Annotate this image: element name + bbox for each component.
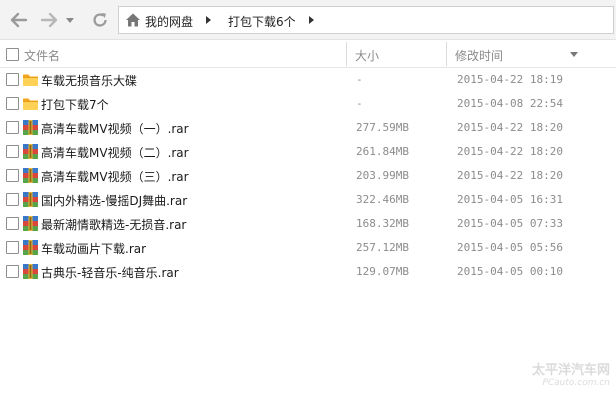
column-divider[interactable]: [346, 42, 347, 66]
row-checkbox[interactable]: [6, 97, 19, 110]
arrow-right-icon: [40, 12, 58, 28]
watermark-url: PCauto.com.cn: [542, 378, 610, 388]
home-icon[interactable]: [125, 12, 141, 28]
file-row[interactable]: 打包下载7个 - 2015-04-08 22:54: [0, 92, 616, 116]
folder-icon: [22, 95, 39, 112]
archive-icon: [22, 191, 39, 208]
archive-icon: [22, 167, 39, 184]
history-dropdown[interactable]: [63, 9, 77, 31]
file-size: 277.59MB: [356, 121, 409, 134]
file-name[interactable]: 国内外精选-慢摇DJ舞曲.rar: [41, 192, 187, 209]
file-size: -: [356, 97, 363, 110]
file-modified-date: 2015-04-22 18:20: [457, 169, 563, 182]
file-name[interactable]: 高清车载MV视频（二）.rar: [41, 144, 189, 161]
address-bar[interactable]: 我的网盘 打包下载6个: [118, 6, 614, 34]
arrow-left-icon: [10, 12, 28, 28]
row-checkbox[interactable]: [6, 265, 19, 278]
folder-icon: [22, 71, 39, 88]
file-modified-date: 2015-04-08 22:54: [457, 97, 563, 110]
file-modified-date: 2015-04-22 18:20: [457, 145, 563, 158]
file-size: 168.32MB: [356, 217, 409, 230]
column-divider[interactable]: [446, 42, 447, 66]
file-modified-date: 2015-04-05 05:56: [457, 241, 563, 254]
file-row[interactable]: 古典乐-轻音乐-纯音乐.rar 129.07MB 2015-04-05 00:1…: [0, 260, 616, 284]
breadcrumb-my-drive[interactable]: 我的网盘: [145, 13, 193, 30]
watermark: 太平洋汽车网 PCauto.com.cn: [532, 359, 610, 388]
file-row[interactable]: 高清车载MV视频（二）.rar 261.84MB 2015-04-22 18:2…: [0, 140, 616, 164]
watermark-title: 太平洋汽车网: [531, 363, 610, 378]
file-size: 322.46MB: [356, 193, 409, 206]
file-row[interactable]: 高清车载MV视频（三）.rar 203.99MB 2015-04-22 18:2…: [0, 164, 616, 188]
file-name[interactable]: 高清车载MV视频（一）.rar: [41, 120, 189, 137]
file-size: 203.99MB: [356, 169, 409, 182]
file-row[interactable]: 车载无损音乐大碟 - 2015-04-22 18:19: [0, 68, 616, 92]
file-name[interactable]: 古典乐-轻音乐-纯音乐.rar: [41, 264, 179, 281]
row-checkbox[interactable]: [6, 193, 19, 206]
file-row[interactable]: 高清车载MV视频（一）.rar 277.59MB 2015-04-22 18:2…: [0, 116, 616, 140]
forward-button[interactable]: [38, 9, 60, 31]
file-list-header: 文件名 大小 修改时间: [0, 40, 616, 68]
file-name[interactable]: 车载动画片下载.rar: [41, 240, 146, 257]
refresh-icon: [93, 13, 107, 27]
row-checkbox[interactable]: [6, 217, 19, 230]
toolbar: 我的网盘 打包下载6个: [0, 0, 616, 40]
row-checkbox[interactable]: [6, 241, 19, 254]
breadcrumb-separator-icon[interactable]: [206, 16, 211, 24]
file-name[interactable]: 打包下载7个: [41, 96, 109, 113]
breadcrumb-separator-icon[interactable]: [309, 16, 314, 24]
select-all-checkbox[interactable]: [6, 48, 19, 61]
refresh-button[interactable]: [89, 9, 111, 31]
file-row[interactable]: 最新潮情歌精选-无损音.rar 168.32MB 2015-04-05 07:3…: [0, 212, 616, 236]
file-modified-date: 2015-04-22 18:19: [457, 73, 563, 86]
row-checkbox[interactable]: [6, 73, 19, 86]
breadcrumb-current-folder[interactable]: 打包下载6个: [228, 13, 296, 30]
file-name[interactable]: 高清车载MV视频（三）.rar: [41, 168, 189, 185]
file-modified-date: 2015-04-05 16:31: [457, 193, 563, 206]
file-name[interactable]: 最新潮情歌精选-无损音.rar: [41, 216, 186, 233]
row-checkbox[interactable]: [6, 169, 19, 182]
row-checkbox[interactable]: [6, 145, 19, 158]
file-modified-date: 2015-04-05 07:33: [457, 217, 563, 230]
column-header-name[interactable]: 文件名: [24, 47, 60, 64]
back-button[interactable]: [8, 9, 30, 31]
file-row[interactable]: 国内外精选-慢摇DJ舞曲.rar 322.46MB 2015-04-05 16:…: [0, 188, 616, 212]
file-size: 261.84MB: [356, 145, 409, 158]
archive-icon: [22, 143, 39, 160]
file-name[interactable]: 车载无损音乐大碟: [41, 72, 137, 89]
file-size: -: [356, 73, 363, 86]
sort-desc-icon[interactable]: [570, 52, 578, 57]
file-row[interactable]: 车载动画片下载.rar 257.12MB 2015-04-05 05:56: [0, 236, 616, 260]
archive-icon: [22, 215, 39, 232]
chevron-down-icon: [66, 17, 74, 23]
row-checkbox[interactable]: [6, 121, 19, 134]
archive-icon: [22, 119, 39, 136]
archive-icon: [22, 239, 39, 256]
file-modified-date: 2015-04-05 00:10: [457, 265, 563, 278]
column-header-size[interactable]: 大小: [355, 47, 379, 64]
file-modified-date: 2015-04-22 18:20: [457, 121, 563, 134]
archive-icon: [22, 263, 39, 280]
file-size: 129.07MB: [356, 265, 409, 278]
column-header-modified[interactable]: 修改时间: [455, 47, 503, 64]
file-size: 257.12MB: [356, 241, 409, 254]
